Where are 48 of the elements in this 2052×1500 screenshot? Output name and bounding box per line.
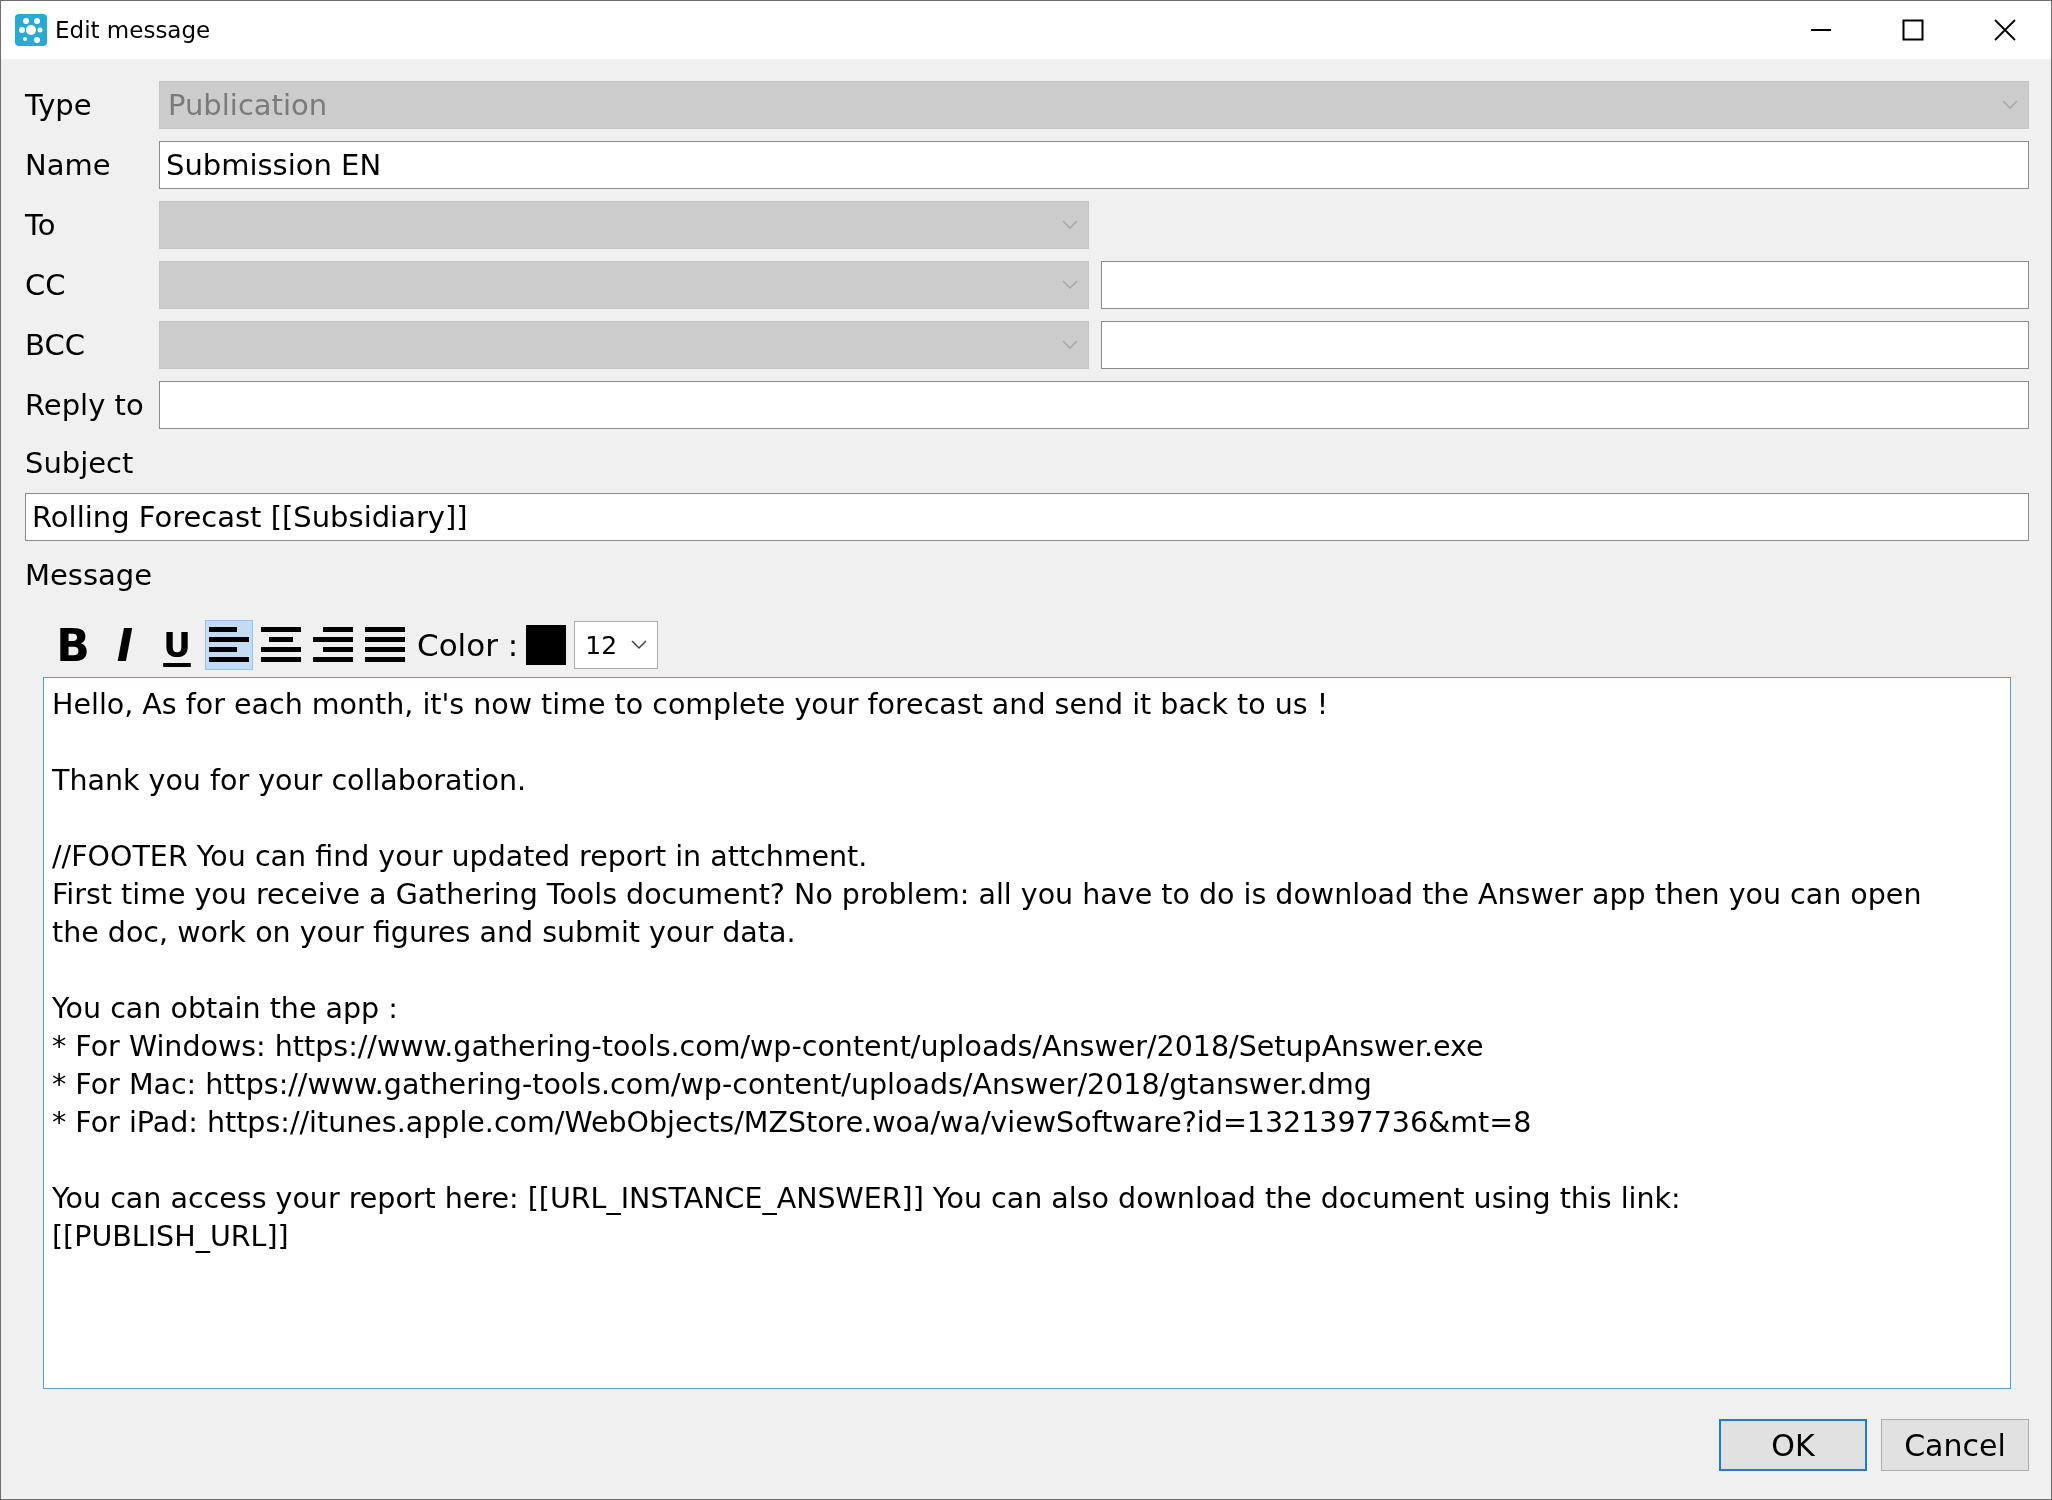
message-line: * For iPad: https://itunes.apple.com/WebObjects/MZStore.woa/wa/viewSoftware?id=1321397736&mt=8 bbox=[52, 1105, 1533, 1141]
field-label: Type bbox=[25, 88, 93, 122]
align-left-icon bbox=[209, 627, 249, 663]
chevron-down-icon bbox=[1062, 220, 1078, 230]
field-label: Message bbox=[25, 557, 154, 594]
field-label: CC bbox=[25, 268, 67, 302]
align-left-button[interactable] bbox=[205, 620, 253, 670]
dialog-button[interactable]: OK bbox=[1719, 1419, 1867, 1471]
window-title: Edit message bbox=[55, 17, 212, 43]
field-label: BCC bbox=[25, 328, 86, 362]
message-line: * For Mac: https://www.gathering-tools.com/wp-content/uploads/Answer/2018/gtanswer.dmg bbox=[52, 1067, 1373, 1103]
message-line: You can access your report here: [[URL_INSTANCE_ANSWER]] You can also download the document using this link: bbox=[52, 1181, 1682, 1217]
message-editor[interactable] bbox=[43, 677, 2011, 1389]
field-label: Name bbox=[25, 148, 112, 182]
underline-button[interactable]: U bbox=[153, 620, 201, 670]
message-line: //FOOTER You can find your updated report in attchment. bbox=[52, 839, 869, 875]
italic-button[interactable]: I bbox=[101, 620, 149, 670]
message-line: [[PUBLISH_URL]] bbox=[52, 1219, 290, 1255]
align-right-icon bbox=[313, 627, 353, 663]
message-line: You can obtain the app : bbox=[52, 991, 399, 1027]
align-center-icon bbox=[261, 627, 301, 663]
color-label: Color : bbox=[417, 627, 519, 663]
minimize-icon bbox=[1811, 29, 1831, 31]
color-swatch[interactable] bbox=[526, 625, 567, 665]
chevron-down-icon bbox=[1062, 340, 1078, 350]
justify-icon bbox=[365, 627, 405, 663]
message-line: First time you receive a Gathering Tools document? No problem: all you have to do is download the Answer app then you can open bbox=[52, 877, 1923, 913]
field-label: Reply to bbox=[25, 388, 145, 422]
input-field[interactable]: Rolling Forecast [[Subsidiary]] bbox=[25, 493, 2029, 541]
input-field[interactable] bbox=[1101, 321, 2029, 369]
message-line: * For Windows: https://www.gathering-tools.com/wp-content/uploads/Answer/2018/SetupAnswer.exe bbox=[52, 1029, 1485, 1065]
input-field[interactable] bbox=[1101, 261, 2029, 309]
message-line: Hello, As for each month, it's now time to complete your forecast and send it back to us ! bbox=[52, 687, 1330, 723]
maximize-icon bbox=[1902, 19, 1924, 41]
font-size-dropdown[interactable]: 12 bbox=[574, 621, 659, 669]
field-label: To bbox=[25, 208, 57, 242]
app-logo-icon bbox=[15, 14, 47, 46]
chevron-down-icon bbox=[1062, 280, 1078, 290]
message-line: the doc, work on your figures and submit your data. bbox=[52, 915, 797, 951]
close-icon bbox=[1994, 19, 2016, 41]
dialog-button[interactable]: Cancel bbox=[1881, 1419, 2029, 1471]
input-field[interactable] bbox=[159, 381, 2029, 429]
chevron-down-icon bbox=[631, 640, 648, 650]
message-line: Thank you for your collaboration. bbox=[52, 763, 528, 799]
field-label: Subject bbox=[25, 445, 135, 482]
bold-button[interactable]: B bbox=[49, 620, 97, 670]
chevron-down-icon bbox=[2002, 100, 2018, 110]
input-field[interactable]: Submission EN bbox=[159, 141, 2029, 189]
